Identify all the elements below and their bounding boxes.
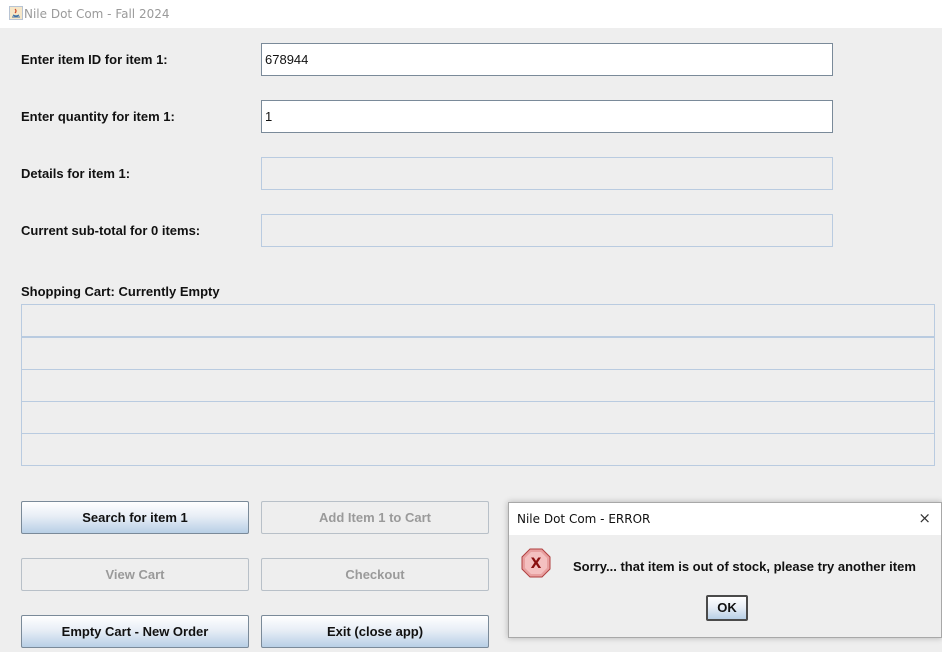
error-icon: X: [521, 548, 551, 583]
search-item-button[interactable]: Search for item 1: [21, 501, 249, 534]
item-id-input[interactable]: [261, 43, 833, 76]
add-to-cart-button[interactable]: Add Item 1 to Cart: [261, 501, 489, 534]
dialog-titlebar[interactable]: Nile Dot Com - ERROR ×: [509, 503, 941, 535]
cart-row: [21, 337, 935, 370]
subtotal-label: Current sub-total for 0 items:: [21, 223, 201, 238]
item-id-label: Enter item ID for item 1:: [21, 52, 168, 67]
subtotal-field: [261, 214, 833, 247]
view-cart-button[interactable]: View Cart: [21, 558, 249, 591]
checkout-button[interactable]: Checkout: [261, 558, 489, 591]
window-title: Nile Dot Com - Fall 2024: [24, 7, 170, 21]
dialog-title: Nile Dot Com - ERROR: [517, 512, 651, 526]
cart-row: [21, 304, 935, 337]
quantity-input[interactable]: [261, 100, 833, 133]
shopping-cart-label: Shopping Cart: Currently Empty: [21, 284, 220, 299]
svg-text:X: X: [531, 556, 542, 572]
error-dialog: Nile Dot Com - ERROR × X Sorry... that i…: [508, 502, 942, 638]
close-icon[interactable]: ×: [918, 509, 931, 527]
cart-row: [21, 369, 935, 402]
exit-button[interactable]: Exit (close app): [261, 615, 489, 648]
cart-row: [21, 401, 935, 434]
window-titlebar[interactable]: Nile Dot Com - Fall 2024: [0, 0, 942, 28]
details-field: [261, 157, 833, 190]
java-app-icon: [9, 6, 23, 20]
quantity-label: Enter quantity for item 1:: [21, 109, 175, 124]
ok-button[interactable]: OK: [706, 595, 748, 621]
cart-row: [21, 433, 935, 466]
dialog-message: Sorry... that item is out of stock, plea…: [573, 559, 916, 574]
empty-cart-button[interactable]: Empty Cart - New Order: [21, 615, 249, 648]
main-window: Nile Dot Com - Fall 2024 Enter item ID f…: [0, 0, 942, 652]
details-label: Details for item 1:: [21, 166, 131, 181]
